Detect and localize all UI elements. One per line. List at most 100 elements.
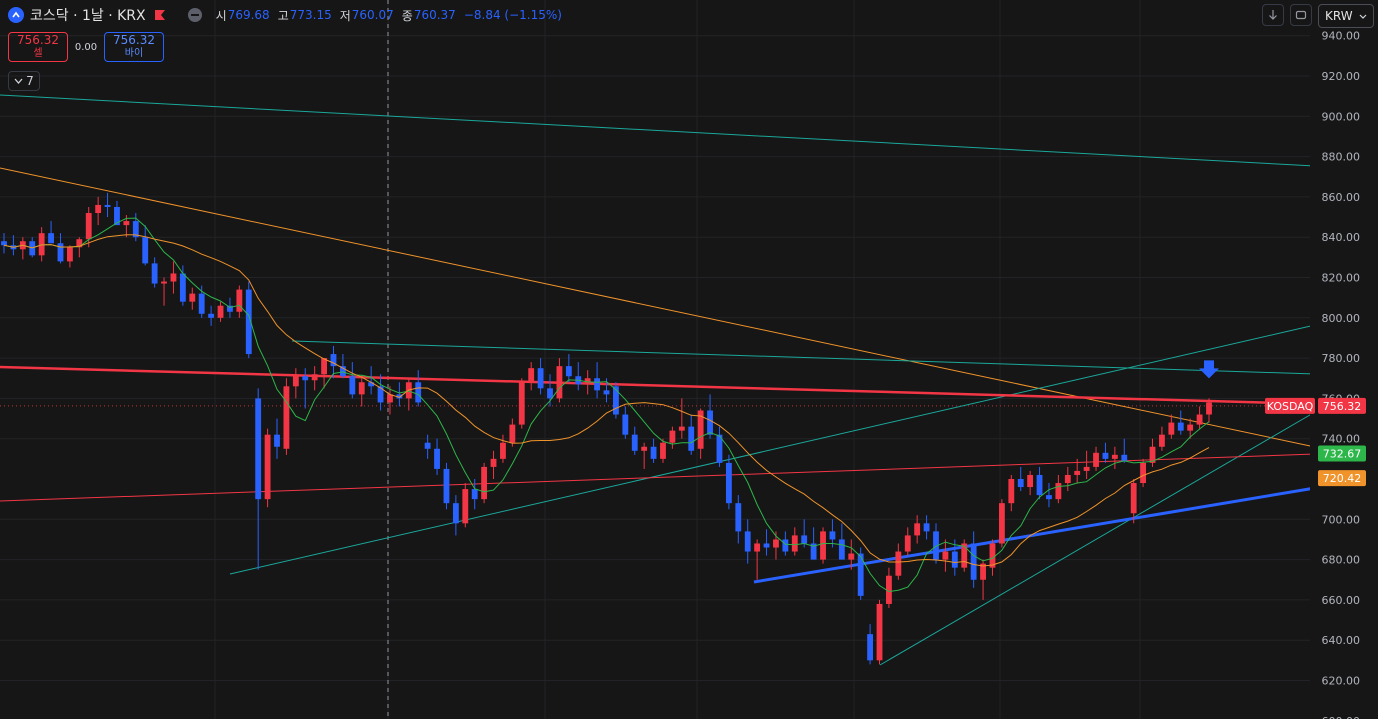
- candle-body: [434, 448, 440, 469]
- candle-body: [424, 442, 431, 449]
- candle: [1, 233, 7, 254]
- candle: [594, 362, 601, 399]
- candle: [396, 382, 403, 407]
- download-button[interactable]: [1262, 4, 1284, 26]
- candle-body: [1159, 434, 1165, 447]
- candle-body: [1064, 474, 1071, 484]
- eye-icon[interactable]: [187, 8, 202, 22]
- candle-body: [415, 382, 422, 403]
- symbol-logo-icon[interactable]: [8, 7, 24, 23]
- trade-panel: 756.32 셀 0.00 756.32 바이: [8, 32, 164, 62]
- candle: [1036, 466, 1043, 500]
- fullscreen-button[interactable]: [1290, 4, 1312, 26]
- candle: [264, 428, 271, 508]
- price-axis-tick: 920.00: [1322, 70, 1361, 83]
- currency-chevron-icon: [1359, 14, 1367, 19]
- candle: [208, 305, 215, 326]
- candle: [76, 237, 83, 258]
- candle: [236, 285, 243, 318]
- candle-body: [1083, 466, 1090, 471]
- candle: [1046, 483, 1052, 508]
- ohlc-low-label: 저: [339, 8, 351, 23]
- candle: [274, 418, 280, 459]
- candle-body: [161, 281, 167, 284]
- candle: [462, 483, 469, 528]
- price-axis-tick: 940.00: [1322, 30, 1361, 43]
- candle: [1102, 442, 1109, 463]
- candle-body: [895, 551, 902, 576]
- candle-body: [678, 426, 685, 431]
- trendlines-layer: [0, 94, 1316, 666]
- candle-body: [1121, 454, 1128, 461]
- price-chart[interactable]: 940.00 920.00 900.00 880.00 860.00 840.00 820.…: [0, 0, 1378, 719]
- flag-icon[interactable]: [154, 9, 166, 21]
- ohlc-close-label: 종: [401, 8, 413, 23]
- indicators-collapse-button[interactable]: 7: [8, 71, 40, 91]
- candle: [857, 547, 864, 600]
- buy-button[interactable]: 756.32 바이: [104, 32, 164, 62]
- price-axis-tick: 780.00: [1322, 352, 1361, 365]
- candle-body: [622, 414, 629, 435]
- candle: [669, 426, 676, 449]
- candle: [1149, 438, 1156, 467]
- candle-body: [38, 233, 45, 256]
- ohlc-close-value: 760.37: [413, 8, 456, 22]
- candle-body: [1093, 452, 1099, 467]
- price-axis-tick: 680.00: [1322, 554, 1361, 567]
- candle: [904, 527, 911, 556]
- candle: [725, 454, 732, 510]
- candle-body: [914, 523, 921, 536]
- candle: [1064, 466, 1071, 492]
- trendline-orange-descending: [0, 167, 1316, 448]
- candle: [575, 362, 582, 391]
- candle: [283, 378, 290, 455]
- candle: [38, 227, 45, 262]
- candle: [490, 450, 497, 479]
- candle-body: [1187, 424, 1194, 431]
- candle-body: [1074, 470, 1081, 475]
- candle: [1083, 450, 1090, 479]
- symbol-title[interactable]: 코스닥 · 1날 · KRX: [30, 5, 146, 25]
- ohlc-open-value: 769.68: [227, 8, 270, 22]
- candle-body: [923, 523, 930, 532]
- candle: [255, 388, 262, 570]
- candle-body: [904, 535, 911, 552]
- candle: [650, 438, 657, 463]
- candle-body: [490, 458, 497, 467]
- sell-button[interactable]: 756.32 셀: [8, 32, 68, 62]
- candle: [443, 462, 450, 510]
- candle: [179, 265, 186, 306]
- candle-body: [1017, 479, 1024, 488]
- candle-body: [565, 366, 572, 377]
- candle-body: [773, 539, 779, 548]
- candle: [377, 374, 384, 411]
- ma-green-price-tag: 732.67: [1318, 445, 1366, 462]
- candle: [1196, 406, 1203, 429]
- candle-body: [528, 368, 535, 383]
- sell-label: 셀: [33, 48, 43, 59]
- candle: [942, 539, 949, 572]
- candle: [763, 529, 770, 556]
- candle: [1008, 474, 1015, 512]
- candle-body: [189, 293, 196, 302]
- candle-body: [170, 273, 177, 282]
- candle-body: [179, 273, 186, 302]
- price-axis-tick: 800.00: [1322, 312, 1361, 325]
- candle: [19, 237, 26, 260]
- candle-body: [1196, 414, 1203, 425]
- candle: [556, 358, 563, 403]
- candle-body: [876, 603, 883, 661]
- candle-body: [594, 378, 601, 391]
- candle-body: [1102, 452, 1109, 459]
- candle-body: [292, 376, 299, 387]
- candle: [641, 442, 648, 469]
- price-axis-tick: 900.00: [1322, 110, 1361, 123]
- candle-body: [349, 376, 356, 395]
- trendline-blue-support: [753, 486, 1316, 584]
- last-price-tag: 756.32: [1318, 397, 1366, 414]
- candle-body: [1111, 454, 1118, 459]
- candle: [810, 527, 817, 560]
- candle-body: [669, 430, 676, 443]
- trendline-teal-mid: [291, 340, 1316, 375]
- currency-select[interactable]: KRW: [1318, 4, 1374, 28]
